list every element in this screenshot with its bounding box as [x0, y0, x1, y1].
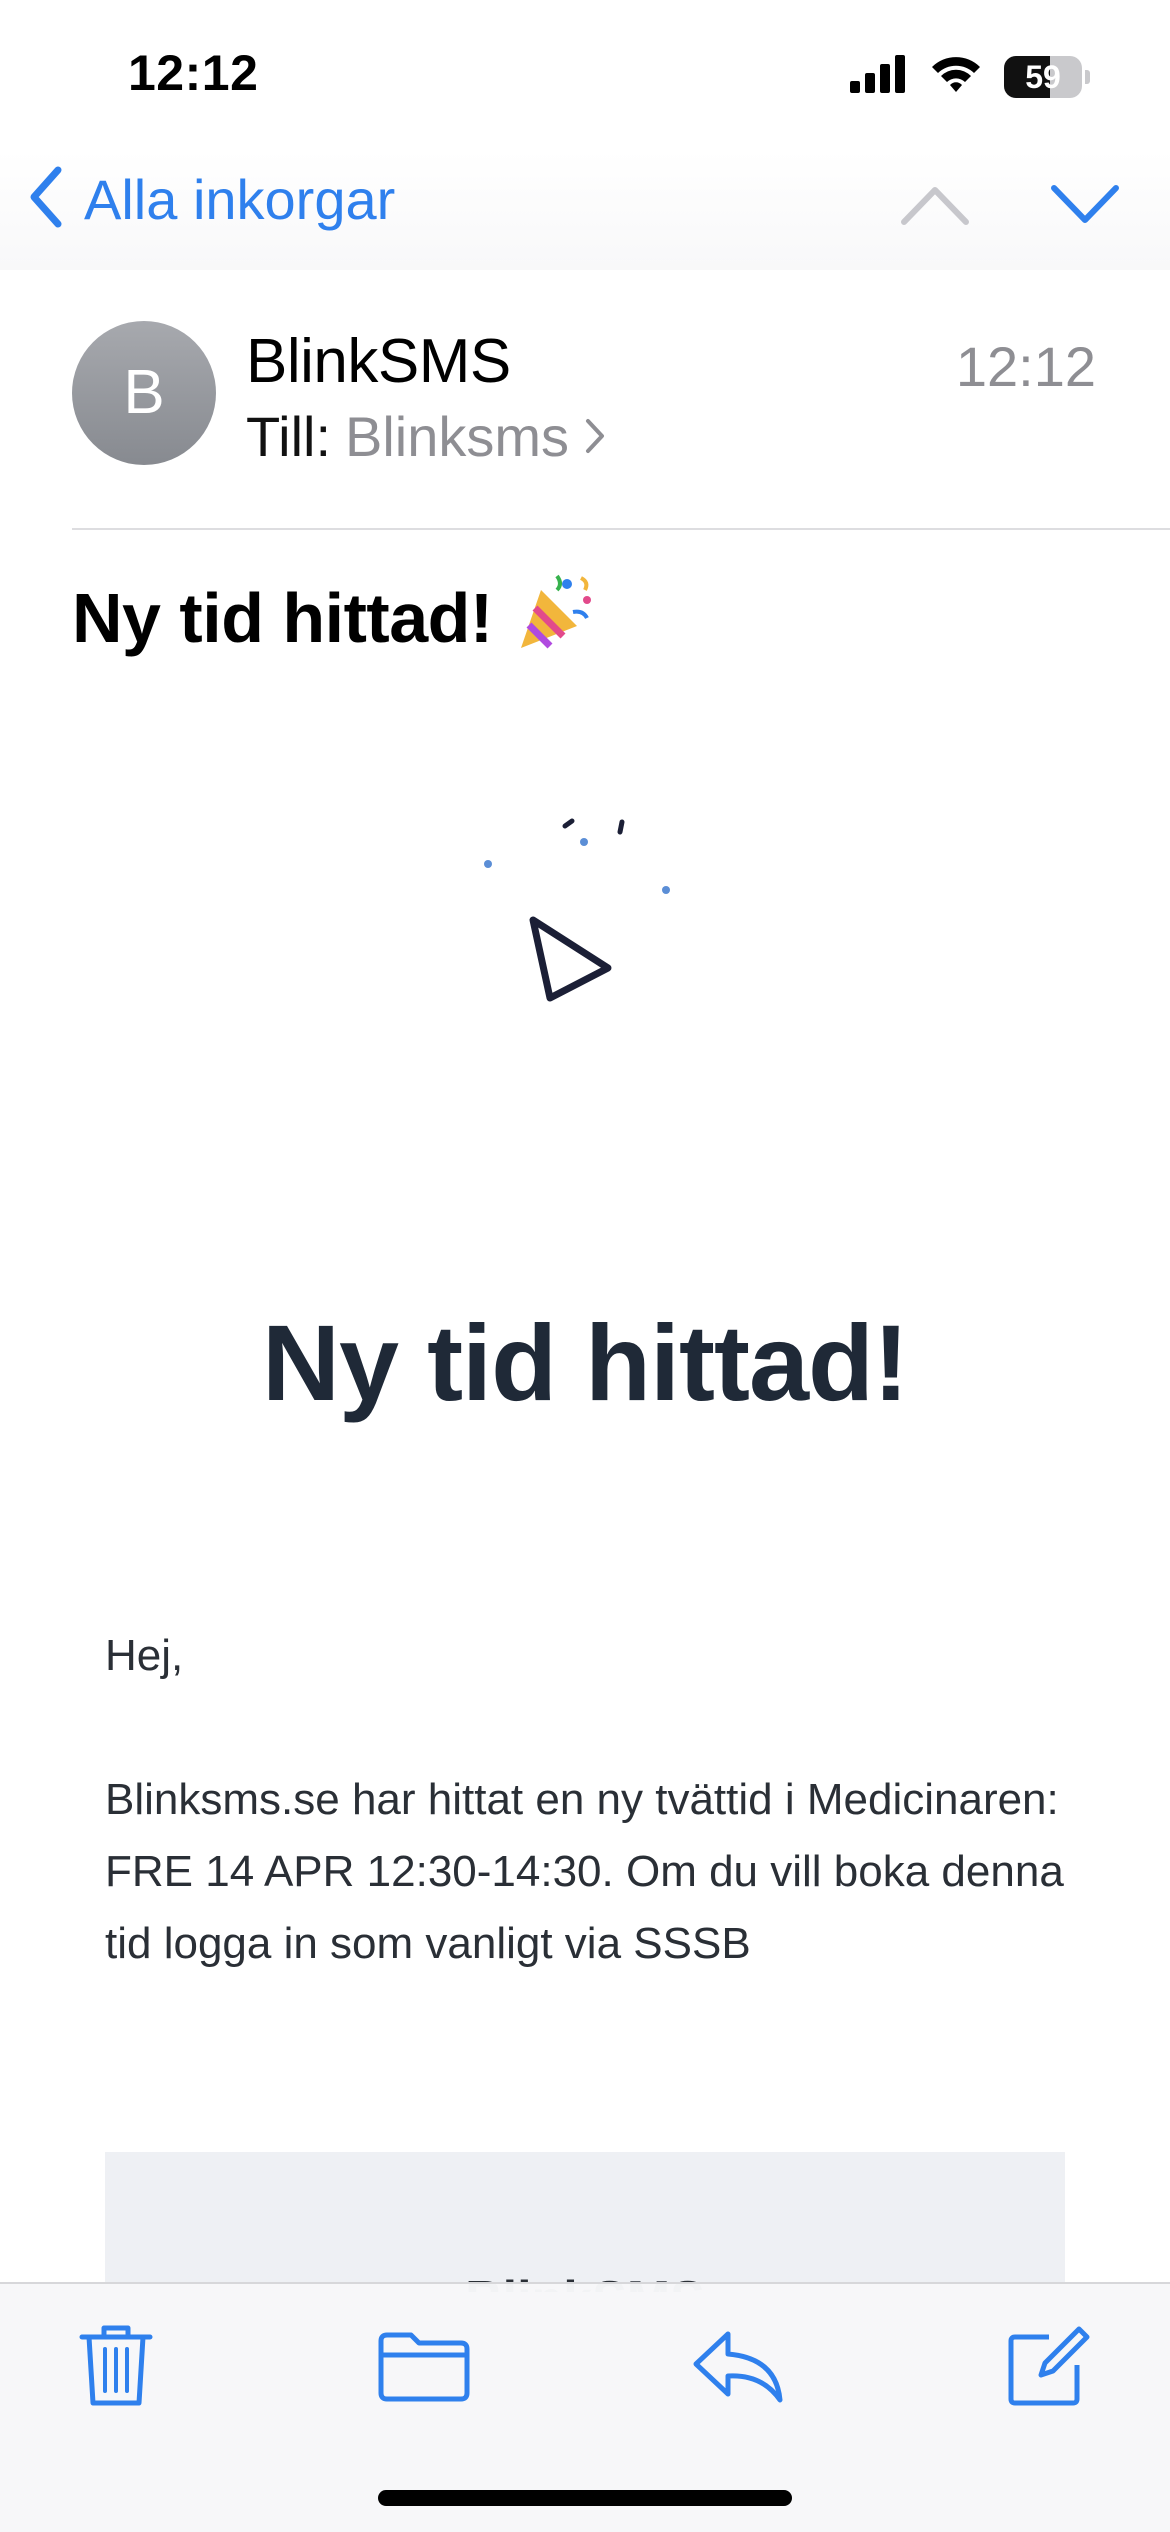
- subject: Ny tid hittad!: [72, 568, 599, 668]
- chevron-right-icon[interactable]: [583, 404, 607, 469]
- sender-name[interactable]: BlinkSMS: [246, 326, 511, 397]
- status-icons: 59: [850, 54, 1090, 99]
- party-popper-icon: [515, 568, 599, 668]
- trash-icon: [78, 2323, 154, 2414]
- compose-icon: [1005, 2323, 1091, 2414]
- status-time: 12:12: [128, 45, 259, 101]
- chevron-left-icon: [26, 164, 66, 235]
- message-time: 12:12: [955, 335, 1096, 398]
- reply-icon: [692, 2328, 784, 2409]
- battery-percent: 59: [1025, 58, 1061, 95]
- chevron-down-icon[interactable]: [1050, 182, 1120, 231]
- message-header: B BlinkSMS Till: Blinksms 12:12: [0, 272, 1170, 528]
- recipient-name[interactable]: Blinksms: [345, 404, 569, 469]
- home-indicator[interactable]: [378, 2490, 792, 2506]
- wifi-icon: [930, 54, 982, 99]
- email-title: Ny tid hittad!: [262, 1302, 909, 1423]
- trash-button[interactable]: [66, 2318, 166, 2418]
- folder-icon: [377, 2329, 471, 2408]
- party-popper-illustration: [460, 800, 720, 1060]
- email-paragraph: Blinksms.se har hittat en ny tvättid i M…: [105, 1775, 1064, 1968]
- recipient-line: Till: Blinksms: [246, 404, 607, 469]
- message-navigation: [900, 182, 1120, 231]
- status-bar: 12:12 59: [0, 0, 1170, 150]
- compose-button[interactable]: [998, 2318, 1098, 2418]
- subject-text: Ny tid hittad!: [72, 579, 493, 657]
- to-label: Till:: [246, 405, 332, 468]
- battery-icon: 59: [1004, 55, 1090, 98]
- chevron-up-icon[interactable]: [900, 182, 970, 231]
- header-divider: [72, 528, 1170, 530]
- signal-icon: [850, 55, 908, 98]
- back-label: Alla inkorgar: [84, 168, 396, 231]
- email-body: Hej, Blinksms.se har hittat en ny tvätti…: [105, 1620, 1065, 1980]
- avatar[interactable]: B: [72, 321, 216, 465]
- back-button[interactable]: Alla inkorgar: [26, 164, 395, 235]
- move-to-folder-button[interactable]: [374, 2318, 474, 2418]
- email-footer-card: BlinkSMS: [105, 2152, 1065, 2292]
- nav-bar: Alla inkorgar: [0, 150, 1170, 270]
- email-greeting: Hej,: [105, 1631, 184, 1680]
- reply-button[interactable]: [688, 2318, 788, 2418]
